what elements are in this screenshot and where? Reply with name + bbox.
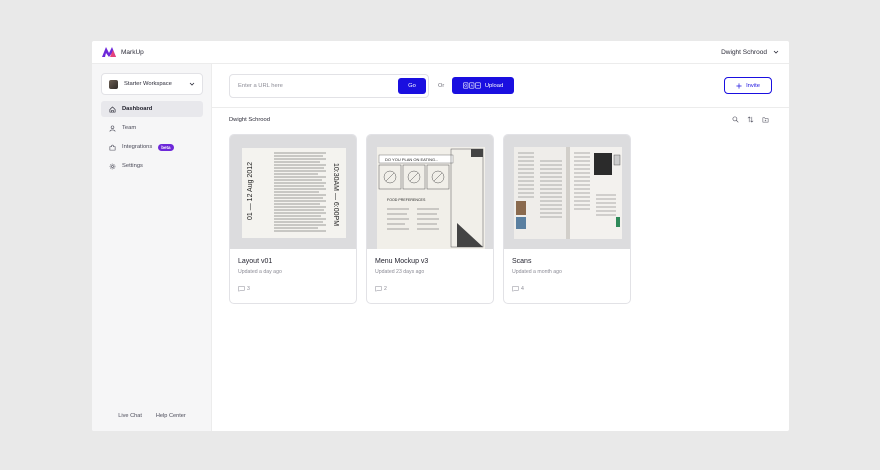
layout-thumbnail-image: 01 — 12 Aug 2012 10:30AM — 6:00PM xyxy=(242,148,346,238)
user-menu[interactable]: Dwight Schrood xyxy=(721,49,779,56)
sidebar-item-label: Settings xyxy=(122,163,143,169)
section-tools xyxy=(732,116,769,123)
comment-icon xyxy=(238,286,245,292)
card-comments: 2 xyxy=(375,286,485,292)
chevron-down-icon xyxy=(189,82,195,86)
project-card-menu-mockup-v3[interactable]: DO YOU PLAN ON EATING... FOOD PREFERENCE… xyxy=(366,134,494,304)
app-logo[interactable]: MarkUp xyxy=(102,47,144,57)
section-title: Dwight Schrood xyxy=(229,117,270,123)
card-comments: 4 xyxy=(512,286,622,292)
card-title: Layout v01 xyxy=(238,258,273,265)
sidebar-item-label: Dashboard xyxy=(122,106,153,112)
app-window: MarkUp Dwight Schrood Starter Workspace … xyxy=(92,41,789,431)
home-icon xyxy=(109,105,116,112)
beta-badge: beta xyxy=(158,143,174,151)
card-body: Menu Mockup v3 Updated 23 days ago 2 xyxy=(367,249,493,301)
project-cards: 01 — 12 Aug 2012 10:30AM — 6:00PM Layout… xyxy=(229,134,631,304)
main-content: Go Or Upload Invite Dwight Schrood xyxy=(212,64,789,431)
card-title: Scans xyxy=(512,258,532,265)
user-name: Dwight Schrood xyxy=(721,48,767,56)
thumb-date-text: 01 — 12 Aug 2012 xyxy=(247,162,254,220)
divider xyxy=(212,107,789,108)
or-label: Or xyxy=(438,83,445,89)
sidebar: Starter Workspace Dashboard Team Integra… xyxy=(92,64,212,431)
go-button[interactable]: Go xyxy=(398,78,426,94)
help-center-link[interactable]: Help Center xyxy=(156,413,186,419)
card-thumbnail xyxy=(504,135,630,249)
puzzle-icon xyxy=(109,144,116,150)
workspace-name: Starter Workspace xyxy=(124,81,172,87)
upload-button[interactable]: Upload xyxy=(452,77,514,94)
url-bar: Go xyxy=(229,74,429,98)
card-updated: Updated a month ago xyxy=(512,269,562,275)
project-card-layout-v01[interactable]: 01 — 12 Aug 2012 10:30AM — 6:00PM Layout… xyxy=(229,134,357,304)
card-thumbnail: DO YOU PLAN ON EATING... FOOD PREFERENCE… xyxy=(367,135,493,249)
gear-icon xyxy=(109,163,116,169)
plus-icon xyxy=(736,82,742,89)
workspace-avatar xyxy=(109,79,118,89)
markup-logo-icon xyxy=(102,47,116,57)
card-body: Scans Updated a month ago 4 xyxy=(504,249,630,301)
sort-icon[interactable] xyxy=(747,116,754,123)
sidebar-item-team[interactable]: Team xyxy=(101,120,203,136)
url-input[interactable] xyxy=(230,75,395,97)
invite-button[interactable]: Invite xyxy=(724,77,772,94)
card-updated: Updated a day ago xyxy=(238,269,282,275)
invite-label: Invite xyxy=(746,82,760,89)
card-updated: Updated 23 days ago xyxy=(375,269,425,275)
sidebar-item-integrations[interactable]: Integrations beta xyxy=(101,139,203,155)
sidebar-footer: Live Chat Help Center xyxy=(92,413,212,419)
comment-count: 3 xyxy=(247,286,250,292)
card-thumbnail: 01 — 12 Aug 2012 10:30AM — 6:00PM xyxy=(230,135,356,249)
scans-thumbnail-image xyxy=(514,147,622,239)
chevron-down-icon xyxy=(773,50,779,54)
sidebar-item-label: Team xyxy=(122,125,137,131)
upload-label: Upload xyxy=(484,82,504,89)
comment-icon xyxy=(512,286,519,292)
user-icon xyxy=(109,125,116,132)
sidebar-item-dashboard[interactable]: Dashboard xyxy=(101,101,203,117)
live-chat-link[interactable]: Live Chat xyxy=(118,413,142,419)
thumb-menu-heading: DO YOU PLAN ON EATING... xyxy=(385,157,438,162)
top-bar: MarkUp Dwight Schrood xyxy=(92,41,789,64)
sidebar-item-settings[interactable]: Settings xyxy=(101,158,203,174)
thumb-time-text: 10:30AM — 6:00PM xyxy=(332,163,339,226)
card-body: Layout v01 Updated a day ago 3 xyxy=(230,249,356,301)
sidebar-nav: Dashboard Team Integrations beta Setting… xyxy=(101,101,203,177)
comment-count: 2 xyxy=(384,286,387,292)
workspace-selector[interactable]: Starter Workspace xyxy=(101,73,203,95)
sidebar-item-label: Integrations xyxy=(122,144,153,150)
app-name: MarkUp xyxy=(121,48,144,56)
folder-add-icon[interactable] xyxy=(762,116,769,123)
menu-thumbnail-image: DO YOU PLAN ON EATING... FOOD PREFERENCE… xyxy=(377,147,485,249)
comment-icon xyxy=(375,286,382,292)
thumb-food-heading: FOOD PREFERENCES xyxy=(387,198,426,202)
upload-icons xyxy=(463,82,481,89)
card-title: Menu Mockup v3 xyxy=(375,258,429,265)
comment-count: 4 xyxy=(521,286,524,292)
search-icon[interactable] xyxy=(732,116,739,123)
project-card-scans[interactable]: Scans Updated a month ago 4 xyxy=(503,134,631,304)
card-comments: 3 xyxy=(238,286,348,292)
